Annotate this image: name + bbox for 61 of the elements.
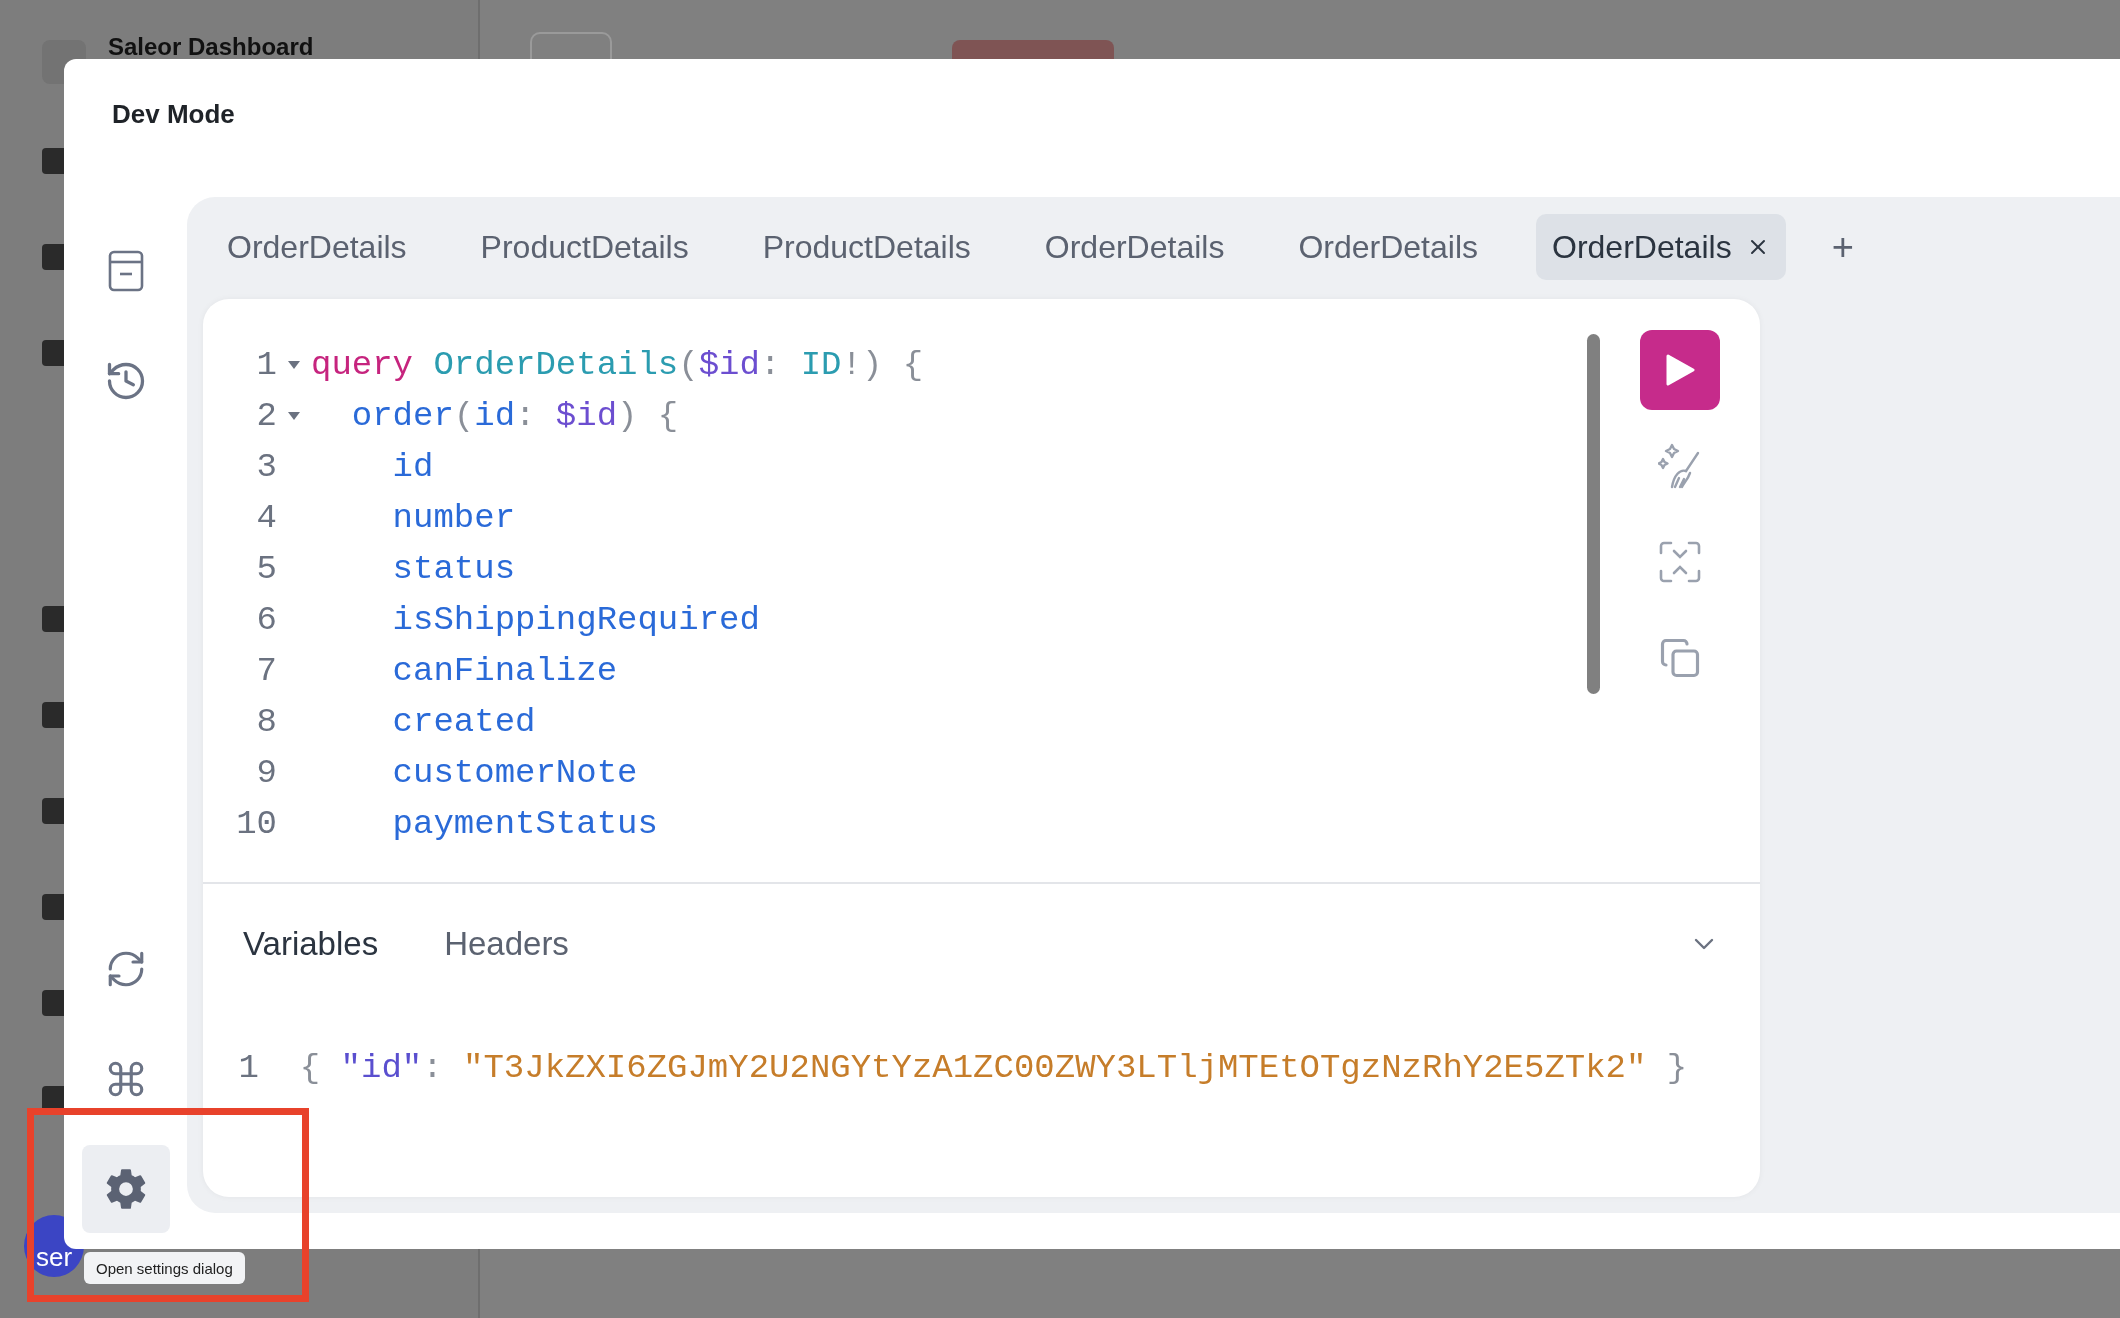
tooltip: Open settings dialog <box>84 1252 245 1284</box>
run-button[interactable] <box>1640 330 1720 410</box>
settings-button[interactable] <box>81 1145 170 1233</box>
code-token: customerNote <box>392 753 638 792</box>
code-token: ) <box>617 396 638 435</box>
editor-tab[interactable]: Variables <box>243 925 379 963</box>
code-token: !) <box>841 345 883 384</box>
line-number: 10 <box>235 804 277 843</box>
line-number: 3 <box>255 447 277 486</box>
query-tab[interactable]: OrderDetails <box>1028 214 1241 280</box>
line-number: 9 <box>255 753 277 792</box>
line-number: 8 <box>255 702 277 741</box>
app-title: Saleor Dashboard <box>108 34 314 60</box>
brush-sparkle-icon <box>1658 443 1702 489</box>
code-token: OrderDetails <box>432 345 679 384</box>
line-number: 1 <box>255 345 277 384</box>
code-token: : <box>759 345 781 384</box>
code-token: { <box>299 1048 321 1087</box>
document-icon <box>107 250 144 292</box>
code-token: $id <box>698 345 760 384</box>
query-tab[interactable]: OrderDetails <box>1282 214 1494 280</box>
play-icon <box>1665 354 1695 386</box>
code-token: query <box>311 345 414 384</box>
fold-icon[interactable] <box>287 359 301 370</box>
code-token: "T3JkZXI6ZGJmY2U2NGYtYzA1ZC00ZWY3LTljMTEtOTgzNzRhY2E5ZTk2" <box>462 1048 1647 1087</box>
query-tab[interactable]: ProductDetails <box>746 214 987 280</box>
query-tab[interactable]: OrderDetails <box>1536 214 1786 280</box>
line-number: 1 <box>237 1048 259 1087</box>
editor-tab[interactable]: Headers <box>444 925 569 963</box>
fold-icon[interactable] <box>287 410 301 421</box>
code-token: { <box>656 396 679 435</box>
code-token: status <box>392 549 516 588</box>
code-token: ( <box>453 396 475 435</box>
line-number: 5 <box>255 549 277 588</box>
collapse-icon <box>1659 541 1701 583</box>
code-token: $id <box>554 396 618 435</box>
line-number: 4 <box>255 498 277 537</box>
scrollbar[interactable] <box>1587 334 1600 694</box>
code-token: } <box>1665 1048 1688 1087</box>
copy-icon <box>1659 637 1701 679</box>
code-token: paymentStatus <box>392 804 658 843</box>
line-number: 6 <box>255 600 277 639</box>
code-token: created <box>392 702 536 741</box>
code-token: isShippingRequired <box>392 600 760 639</box>
code-token: { <box>901 345 924 384</box>
code-token: id <box>474 396 516 435</box>
code-token: : <box>422 1048 443 1087</box>
code-token: : <box>515 396 536 435</box>
code-token: order <box>351 396 454 435</box>
dialog-title: Dev Mode <box>112 99 235 131</box>
line-number: 2 <box>255 396 277 435</box>
code-token: number <box>392 498 516 537</box>
code-token: canFinalize <box>392 651 618 690</box>
code-token: ( <box>678 345 699 384</box>
add-tab-button[interactable]: + <box>1827 225 1858 269</box>
code-token: id <box>392 447 434 486</box>
code-token: "id" <box>339 1048 423 1087</box>
code-token: ID <box>799 345 842 384</box>
query-tab[interactable]: OrderDetails <box>211 214 423 280</box>
line-number: 7 <box>255 651 277 690</box>
query-tab[interactable]: ProductDetails <box>464 214 705 280</box>
